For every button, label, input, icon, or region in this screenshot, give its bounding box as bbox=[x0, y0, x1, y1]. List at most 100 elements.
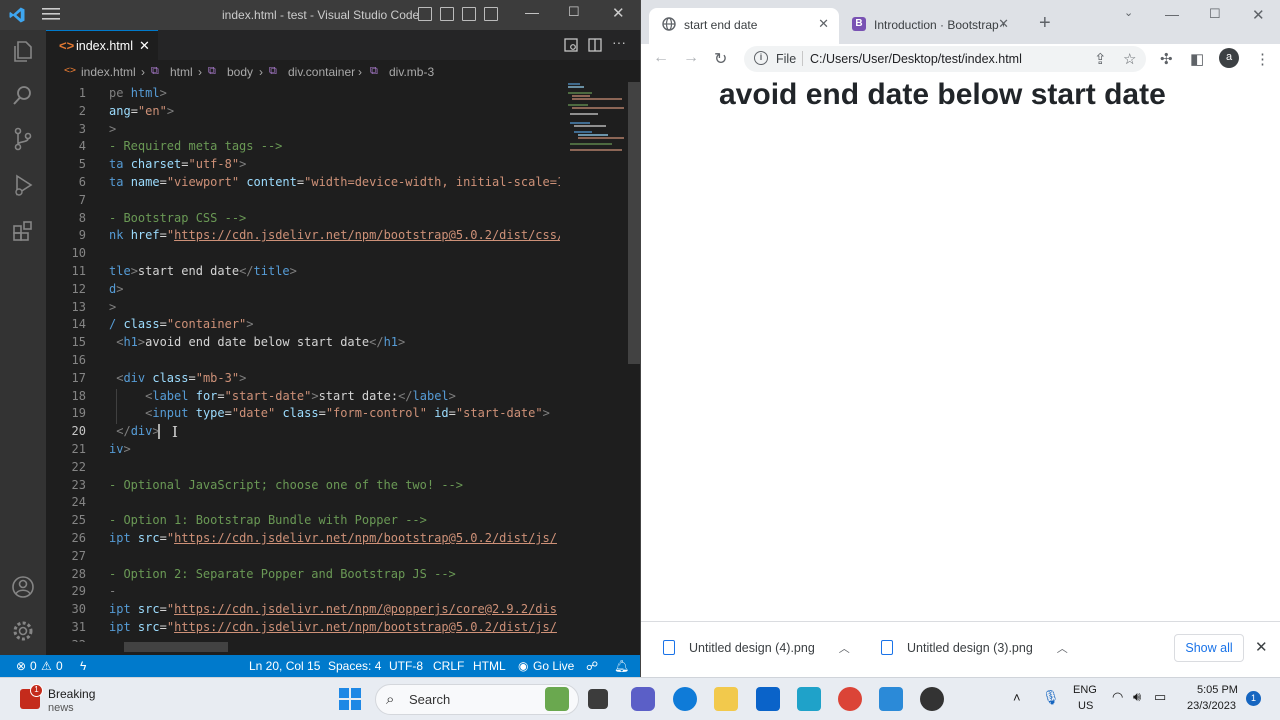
code-line[interactable]: tle>start end date</title> bbox=[109, 264, 297, 278]
code-line[interactable]: </div> bbox=[109, 424, 159, 438]
lightning-icon[interactable]: ϟ bbox=[80, 659, 86, 673]
code-line[interactable]: <h1>avoid end date below start date</h1> bbox=[109, 335, 405, 349]
app-l-icon[interactable] bbox=[797, 687, 821, 711]
language-code[interactable]: ENG bbox=[1073, 684, 1097, 696]
code-line[interactable]: - Option 2: Separate Popper and Bootstra… bbox=[109, 567, 456, 581]
code-line[interactable]: <div class="mb-3"> bbox=[109, 371, 246, 385]
notifications-bell-icon[interactable]: 🔔︎ bbox=[614, 659, 629, 673]
run-debug-icon[interactable] bbox=[10, 172, 36, 198]
more-actions-icon[interactable]: ··· bbox=[612, 34, 626, 50]
chevron-up-icon[interactable]: ˄ bbox=[1013, 690, 1021, 705]
search-icon[interactable] bbox=[10, 82, 36, 108]
code-line[interactable]: - Optional JavaScript; choose one of the… bbox=[109, 478, 463, 492]
battery-icon[interactable]: ▭ bbox=[1154, 689, 1166, 705]
problems-warnings[interactable]: 0 bbox=[56, 659, 63, 673]
code-line[interactable]: > bbox=[109, 300, 116, 314]
language-mode[interactable]: HTML bbox=[473, 659, 506, 673]
share-icon[interactable]: ⇪ bbox=[1094, 50, 1110, 68]
line-ending[interactable]: CRLF bbox=[433, 659, 464, 673]
clock-time[interactable]: 5:05 PM bbox=[1197, 684, 1238, 696]
explorer-icon[interactable] bbox=[10, 38, 36, 64]
code-line[interactable]: > bbox=[109, 122, 116, 136]
vscode-taskbar-icon[interactable] bbox=[879, 687, 903, 711]
code-line[interactable]: ang="en"> bbox=[109, 104, 174, 118]
code-line[interactable]: - bbox=[109, 584, 116, 598]
code-line[interactable]: nk href="https://cdn.jsdelivr.net/npm/bo… bbox=[109, 228, 560, 242]
warnings-icon[interactable]: ⚠ bbox=[41, 659, 52, 673]
vertical-scrollbar[interactable] bbox=[628, 82, 640, 642]
task-view-icon[interactable] bbox=[588, 689, 608, 709]
settings-gear-icon[interactable] bbox=[10, 618, 36, 644]
close-tab-icon[interactable]: ✕ bbox=[998, 16, 1009, 32]
menu-kebab-icon[interactable]: ⋮ bbox=[1255, 50, 1271, 68]
search-highlight-icon[interactable] bbox=[545, 687, 569, 711]
microphone-icon[interactable]: 🎙︎ bbox=[1042, 689, 1060, 706]
breadcrumb-item[interactable]: body bbox=[227, 65, 253, 79]
code-line[interactable]: pe html> bbox=[109, 86, 167, 100]
code-line[interactable]: d> bbox=[109, 282, 123, 296]
maximize-icon[interactable]: ☐ bbox=[1209, 6, 1221, 22]
new-tab-button[interactable]: + bbox=[1039, 12, 1051, 35]
code-line[interactable]: / class="container"> bbox=[109, 317, 254, 331]
code-line[interactable]: <input type="date" class="form-control" … bbox=[109, 406, 550, 420]
minimize-icon[interactable]: — bbox=[1165, 6, 1179, 22]
maximize-icon[interactable]: ☐ bbox=[568, 4, 580, 20]
toggle-sidebar-icon[interactable] bbox=[418, 7, 432, 21]
profile-avatar[interactable]: a bbox=[1219, 48, 1239, 68]
close-window-icon[interactable]: ✕ bbox=[1252, 6, 1265, 24]
wifi-icon[interactable]: ◠ bbox=[1112, 689, 1123, 705]
source-control-icon[interactable] bbox=[10, 126, 36, 152]
reload-icon[interactable]: ↻ bbox=[714, 49, 727, 69]
browser-tab[interactable]: B Introduction · Bootstrap v ✕ bbox=[839, 8, 1019, 44]
code-line[interactable]: ta charset="utf-8"> bbox=[109, 157, 246, 171]
minimize-icon[interactable]: — bbox=[525, 4, 539, 20]
minimap[interactable] bbox=[566, 82, 628, 152]
extensions-puzzle-icon[interactable]: ✣ bbox=[1160, 50, 1176, 68]
breadcrumb-item[interactable]: html bbox=[170, 65, 193, 79]
notification-badge[interactable]: 1 bbox=[1246, 691, 1261, 706]
mail-icon[interactable] bbox=[756, 687, 780, 711]
show-all-button[interactable]: Show all bbox=[1174, 634, 1244, 662]
back-arrow-icon[interactable]: ← bbox=[653, 49, 669, 67]
open-preview-icon[interactable] bbox=[564, 38, 578, 52]
scrollbar-thumb[interactable] bbox=[628, 82, 640, 364]
extensions-icon[interactable] bbox=[10, 218, 36, 244]
breadcrumb-item[interactable]: div.mb-3 bbox=[389, 65, 434, 79]
code-editor[interactable]: 1 pe html> 2 ang="en"> 3 >4- Required meta ta… bbox=[46, 82, 560, 642]
horizontal-scrollbar[interactable] bbox=[124, 642, 228, 652]
cursor-position[interactable]: Ln 20, Col 15 bbox=[249, 659, 320, 673]
close-tab-icon[interactable]: ✕ bbox=[818, 16, 829, 32]
code-line[interactable]: - Option 1: Bootstrap Bundle with Popper… bbox=[109, 513, 427, 527]
volume-icon[interactable]: 🔊︎ bbox=[1133, 689, 1141, 705]
split-editor-icon[interactable] bbox=[588, 38, 602, 52]
code-line[interactable]: - Required meta tags --> bbox=[109, 139, 282, 153]
close-downloads-icon[interactable]: ✕ bbox=[1255, 638, 1268, 656]
editor-tab-index-html[interactable]: <> index.html ✕ bbox=[46, 30, 158, 60]
download-item[interactable]: Untitled design (4).png ︿ bbox=[663, 640, 850, 656]
accounts-icon[interactable] bbox=[10, 574, 36, 600]
news-widget[interactable]: 1 Breaking news bbox=[20, 684, 130, 716]
address-bar[interactable]: i File C:/Users/User/Desktop/test/index.… bbox=[744, 46, 1146, 72]
windows-start-icon[interactable] bbox=[339, 688, 361, 710]
site-info-icon[interactable]: i bbox=[754, 51, 768, 65]
code-line[interactable]: ipt src="https://cdn.jsdelivr.net/npm/@p… bbox=[109, 602, 557, 616]
obs-icon[interactable] bbox=[920, 687, 944, 711]
breadcrumb-item[interactable]: div.container bbox=[288, 65, 355, 79]
go-live-button[interactable]: Go Live bbox=[533, 659, 574, 673]
close-window-icon[interactable]: ✕ bbox=[612, 4, 625, 22]
file-explorer-icon[interactable] bbox=[714, 687, 738, 711]
problems-errors[interactable]: 0 bbox=[30, 659, 37, 673]
clock-date[interactable]: 23/3/2023 bbox=[1187, 700, 1236, 712]
code-line[interactable]: - Bootstrap CSS --> bbox=[109, 211, 246, 225]
code-line[interactable]: <label for="start-date">start date:</lab… bbox=[109, 389, 456, 403]
code-line[interactable]: ta name="viewport" content="width=device… bbox=[109, 175, 560, 189]
code-line[interactable]: ipt src="https://cdn.jsdelivr.net/npm/bo… bbox=[109, 620, 557, 634]
bookmark-star-icon[interactable]: ☆ bbox=[1123, 50, 1139, 68]
browser-tab-active[interactable]: start end date ✕ bbox=[649, 8, 839, 44]
customize-layout-icon[interactable] bbox=[484, 7, 498, 21]
toggle-secondary-sidebar-icon[interactable] bbox=[462, 7, 476, 21]
close-tab-icon[interactable]: ✕ bbox=[139, 38, 150, 54]
breadcrumb-item[interactable]: index.html bbox=[81, 65, 136, 79]
edge-browser-icon[interactable] bbox=[673, 687, 697, 711]
chrome-icon[interactable] bbox=[838, 687, 862, 711]
